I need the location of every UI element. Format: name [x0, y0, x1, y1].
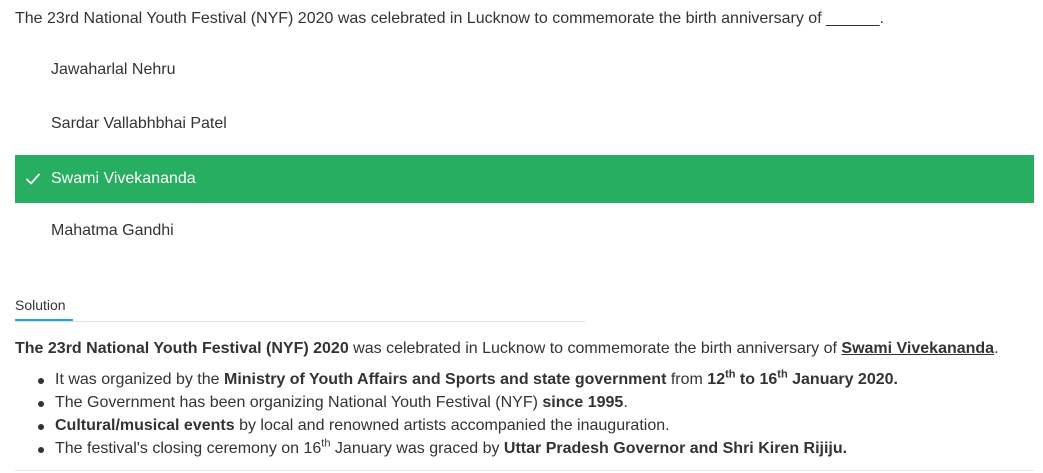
bullet-item: The Government has been organizing Natio…	[38, 393, 898, 416]
answer-highlight: Swami Vivekananda	[841, 340, 995, 357]
solution-bullets: It was organized by the Ministry of Yout…	[38, 369, 898, 462]
solution-divider	[15, 321, 585, 322]
bottom-divider	[15, 470, 1034, 471]
option-label: Mahatma Gandhi	[51, 222, 174, 239]
bullet-item: Cultural/musical events by local and ren…	[38, 416, 898, 439]
solution-paragraph: The 23rd National Youth Festival (NYF) 2…	[15, 340, 999, 357]
bullet-item: The festival's closing ceremony on 16th …	[38, 438, 898, 462]
option-sardar-vallabhbhai-patel[interactable]: Sardar Vallabhbhai Patel	[15, 100, 1034, 148]
option-label: Swami Vivekananda	[51, 170, 196, 187]
bullet-item: It was organized by the Ministry of Yout…	[38, 369, 898, 393]
option-swami-vivekananda[interactable]: Swami Vivekananda	[15, 155, 1034, 203]
question-text: The 23rd National Youth Festival (NYF) 2…	[15, 10, 884, 27]
check-icon	[26, 173, 40, 185]
option-label: Sardar Vallabhbhai Patel	[51, 115, 227, 132]
option-label: Jawaharlal Nehru	[51, 61, 176, 78]
option-mahatma-gandhi[interactable]: Mahatma Gandhi	[15, 207, 1034, 255]
option-jawaharlal-nehru[interactable]: Jawaharlal Nehru	[15, 46, 1034, 94]
solution-tab[interactable]: Solution	[15, 296, 66, 314]
